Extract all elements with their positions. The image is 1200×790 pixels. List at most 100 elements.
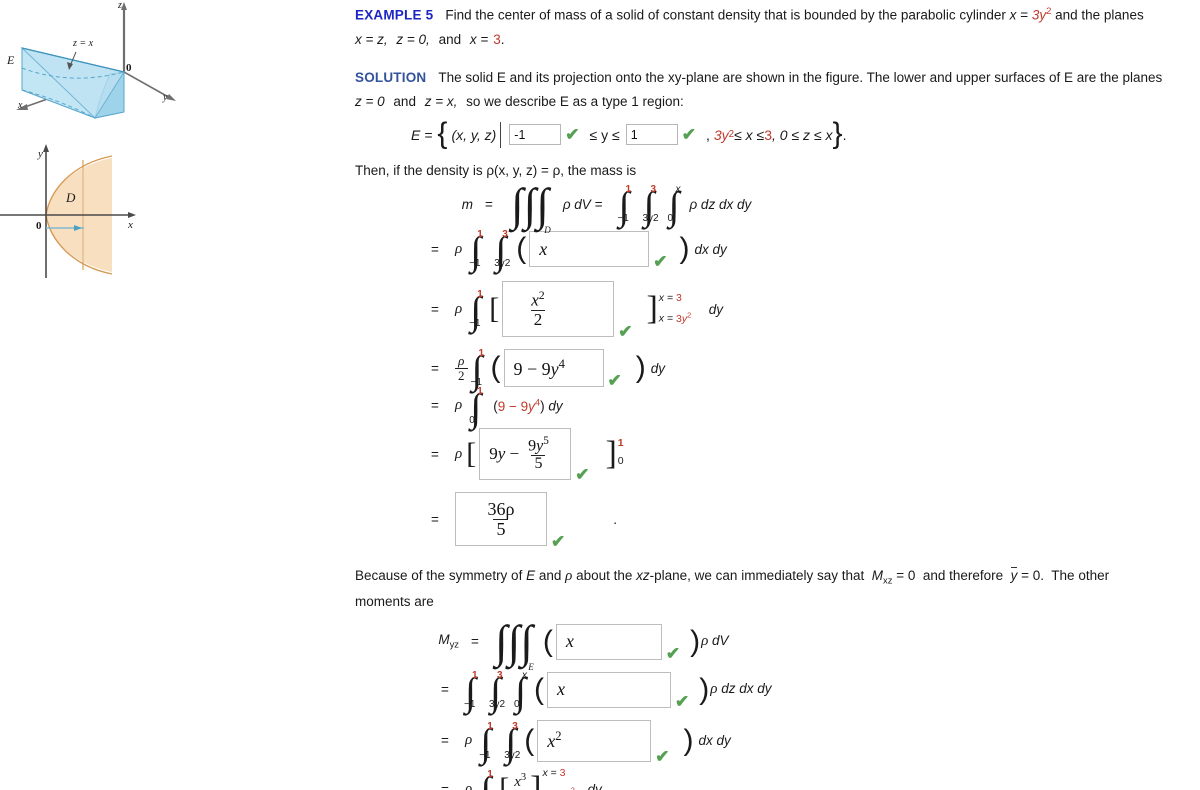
integral-1-lower: −1 xyxy=(617,213,629,225)
eval-limits-step6: 1 0 xyxy=(617,437,631,469)
cylinder-eq: = xyxy=(1020,7,1029,23)
integral-1-upper: 1 xyxy=(625,184,632,196)
mass-integrand: ρ dV = xyxy=(562,196,603,212)
upper-bound-input[interactable] xyxy=(625,124,678,146)
mass-step-4-answer-box[interactable]: 9 − 9y4 xyxy=(503,349,604,388)
moment-step-3-eq: = xyxy=(441,733,449,749)
moment-step-3-rho: ρ xyxy=(465,732,473,749)
mass-step-2-answer-box[interactable]: x xyxy=(529,231,650,268)
plane-period: . xyxy=(500,31,505,47)
moment-step-1-answer: x xyxy=(565,631,574,652)
mass-step-6-fraction: 9y5 5 xyxy=(525,435,552,473)
set-tuple: (x, y, z) xyxy=(451,126,497,143)
mass-step-2-tail: dx dy xyxy=(694,241,727,257)
upper-surface: z = x, xyxy=(424,94,458,110)
mass-step-4-coef-num: ρ xyxy=(458,352,465,368)
integral-domain-D: D xyxy=(544,224,551,235)
mass-step-7-den: 5 xyxy=(493,518,509,539)
mass-step-5: = ρ ∫ 1 0 (9 − 9y4) dy xyxy=(427,386,1185,428)
eval-bottom-step3: x = 3y2 xyxy=(658,310,692,325)
integral-m2-2-upper: 3 xyxy=(497,669,503,681)
set-tail-comma: , xyxy=(705,126,710,143)
moment-step-2-eq: = xyxy=(441,682,449,698)
symmetry-text-part: Because of the symmetry of E and ρ about… xyxy=(355,567,1110,587)
eval-top-m4: x = 3 xyxy=(542,767,566,780)
moment-step-4-fraction: x3 3 xyxy=(511,772,529,790)
moment-step-3-tail: dx dy xyxy=(698,733,731,749)
integral-m2-2-lower: 3y2 xyxy=(489,698,506,710)
integral-3-lower: 0 xyxy=(667,213,674,225)
region-origin-label: 0 xyxy=(36,220,42,232)
mass-step-7-num: 36ρ xyxy=(487,498,515,519)
symmetry-paragraph-line2: moments are xyxy=(355,594,434,610)
moment-step-3: = ρ ∫ 1 −1 ∫ 3 3y2 ( x2 ✔ ) dx dy xyxy=(437,719,1185,767)
integral-step3-lower: −1 xyxy=(469,318,481,330)
set-tail-part2: ≤ x ≤ xyxy=(734,126,765,143)
check-icon-moment-step-3: ✔ xyxy=(655,747,670,767)
eval-limits: x = 3 x = 3y2 xyxy=(658,292,704,325)
mass-step-7-answer-box[interactable]: 36ρ 5 xyxy=(455,492,547,547)
integral-m2-3-lower: 0 xyxy=(514,698,520,710)
moment-step-1-eq: = xyxy=(471,634,479,650)
solid-axis-y-label: y xyxy=(162,92,168,103)
integral-inner-upper: 3 xyxy=(502,229,508,241)
integral-3-upper: x xyxy=(675,184,681,196)
eval-top-step3: x = 3 xyxy=(658,292,682,305)
solid-axis-z-label: z xyxy=(117,0,122,11)
moment-step-3-answer: x2 xyxy=(547,729,562,752)
region-axis-x-label: x xyxy=(127,219,133,231)
mass-step-5-rho: ρ xyxy=(455,397,463,414)
solution-label: SOLUTION xyxy=(355,70,427,86)
lower-surface: z = 0 xyxy=(355,94,385,110)
mass-step-7: = 36ρ 5 ✔ . xyxy=(427,492,1185,550)
problem-statement-line2: x = z, z = 0, and x = 3. xyxy=(355,29,1185,51)
moment-step-1-answer-box[interactable]: x xyxy=(555,623,662,660)
integral-m3-1-upper: 1 xyxy=(487,720,493,732)
mass-step-2: = ρ ∫ 1 −1 ∫ 3 3y2 ( x ✔ ) dx dy xyxy=(427,229,1185,271)
example-label: EXAMPLE 5 xyxy=(355,7,434,23)
lower-bound-input[interactable] xyxy=(509,124,562,146)
mass-step-3-answer-box[interactable]: x2 2 xyxy=(502,281,615,338)
mass-step-2-answer: x xyxy=(539,238,548,259)
evaluation-bracket-m4: ] x = 3 x = 3y2 xyxy=(530,767,587,790)
mass-step-3-den: 2 xyxy=(530,309,546,329)
density-line: Then, if the density is ρ(x, y, z) = ρ, … xyxy=(355,162,637,178)
moment-step-2-answer: x xyxy=(557,679,565,700)
mass-step-6-eq: = xyxy=(431,446,439,462)
evaluation-bracket-step3: ] x = 3 x = 3y2 xyxy=(646,292,704,326)
moment-step-2-answer-box[interactable]: x xyxy=(547,671,671,708)
mass-step-7-eq: = xyxy=(431,511,439,527)
symmetry-paragraph: Because of the symmetry of E and ρ about… xyxy=(355,564,1185,589)
solution-paragraph: SOLUTION The solid E and its projection o… xyxy=(355,67,1185,89)
moment-step-3-answer-box[interactable]: x2 xyxy=(537,719,652,762)
mass-step-6-answer-box[interactable]: 9y − 9y5 5 xyxy=(479,428,572,481)
integral-m3-2-upper: 3 xyxy=(512,720,518,732)
cylinder-rhs: 3y xyxy=(1031,7,1047,23)
triple-integral-icon: ∫∫∫ D xyxy=(511,178,551,235)
solution-content: EXAMPLE 5 Find the center of mass of a so… xyxy=(355,0,1185,790)
solid-origin-label: 0 xyxy=(126,62,132,74)
mass-step-2-rho: ρ xyxy=(455,240,463,257)
region-axis-y-label: y xyxy=(37,148,43,160)
mass-step-4: = ρ 2 ∫ 1 −1 ( 9 − 9y4 ✔ ) dy xyxy=(427,348,1185,390)
mass-step-4-coefficient: ρ 2 xyxy=(455,354,468,382)
integral-m3-1-lower: −1 xyxy=(479,749,491,761)
problem-text-1: Find the center of mass of a solid of co… xyxy=(445,7,1006,23)
set-lhs: E = xyxy=(411,126,433,143)
moment-step-1: Myz = ∫∫∫ E ( x ✔ ) ρ dV xyxy=(433,618,1185,671)
problem-text-2: and the planes xyxy=(1055,7,1144,23)
mass-step-5-expression: (9 − 9y4) dy xyxy=(493,397,563,414)
integral-step3-upper: 1 xyxy=(477,289,483,301)
integral-m4-upper: 1 xyxy=(487,769,493,781)
check-icon-mass-step-4: ✔ xyxy=(607,370,622,390)
moment-step-1-tail: ρ dV xyxy=(701,633,729,650)
moment-step-4: = ρ ∫ 1 −1 [ x3 3 ] x = 3 x = 3y2 dy xyxy=(437,767,1185,790)
eval-top-step6: 1 xyxy=(617,437,624,450)
moment-step-4-rho: ρ xyxy=(465,780,473,790)
integral-m2-1-lower: −1 xyxy=(464,698,476,710)
mass-step-4-coef-den: 2 xyxy=(455,367,468,383)
integral-m3-2-lower: 3y2 xyxy=(504,749,521,761)
check-icon-upper-bound: ✔ xyxy=(681,125,696,145)
mass-step-7-fraction: 36ρ 5 xyxy=(485,498,518,539)
mass-step-3-tail: dy xyxy=(708,301,724,317)
